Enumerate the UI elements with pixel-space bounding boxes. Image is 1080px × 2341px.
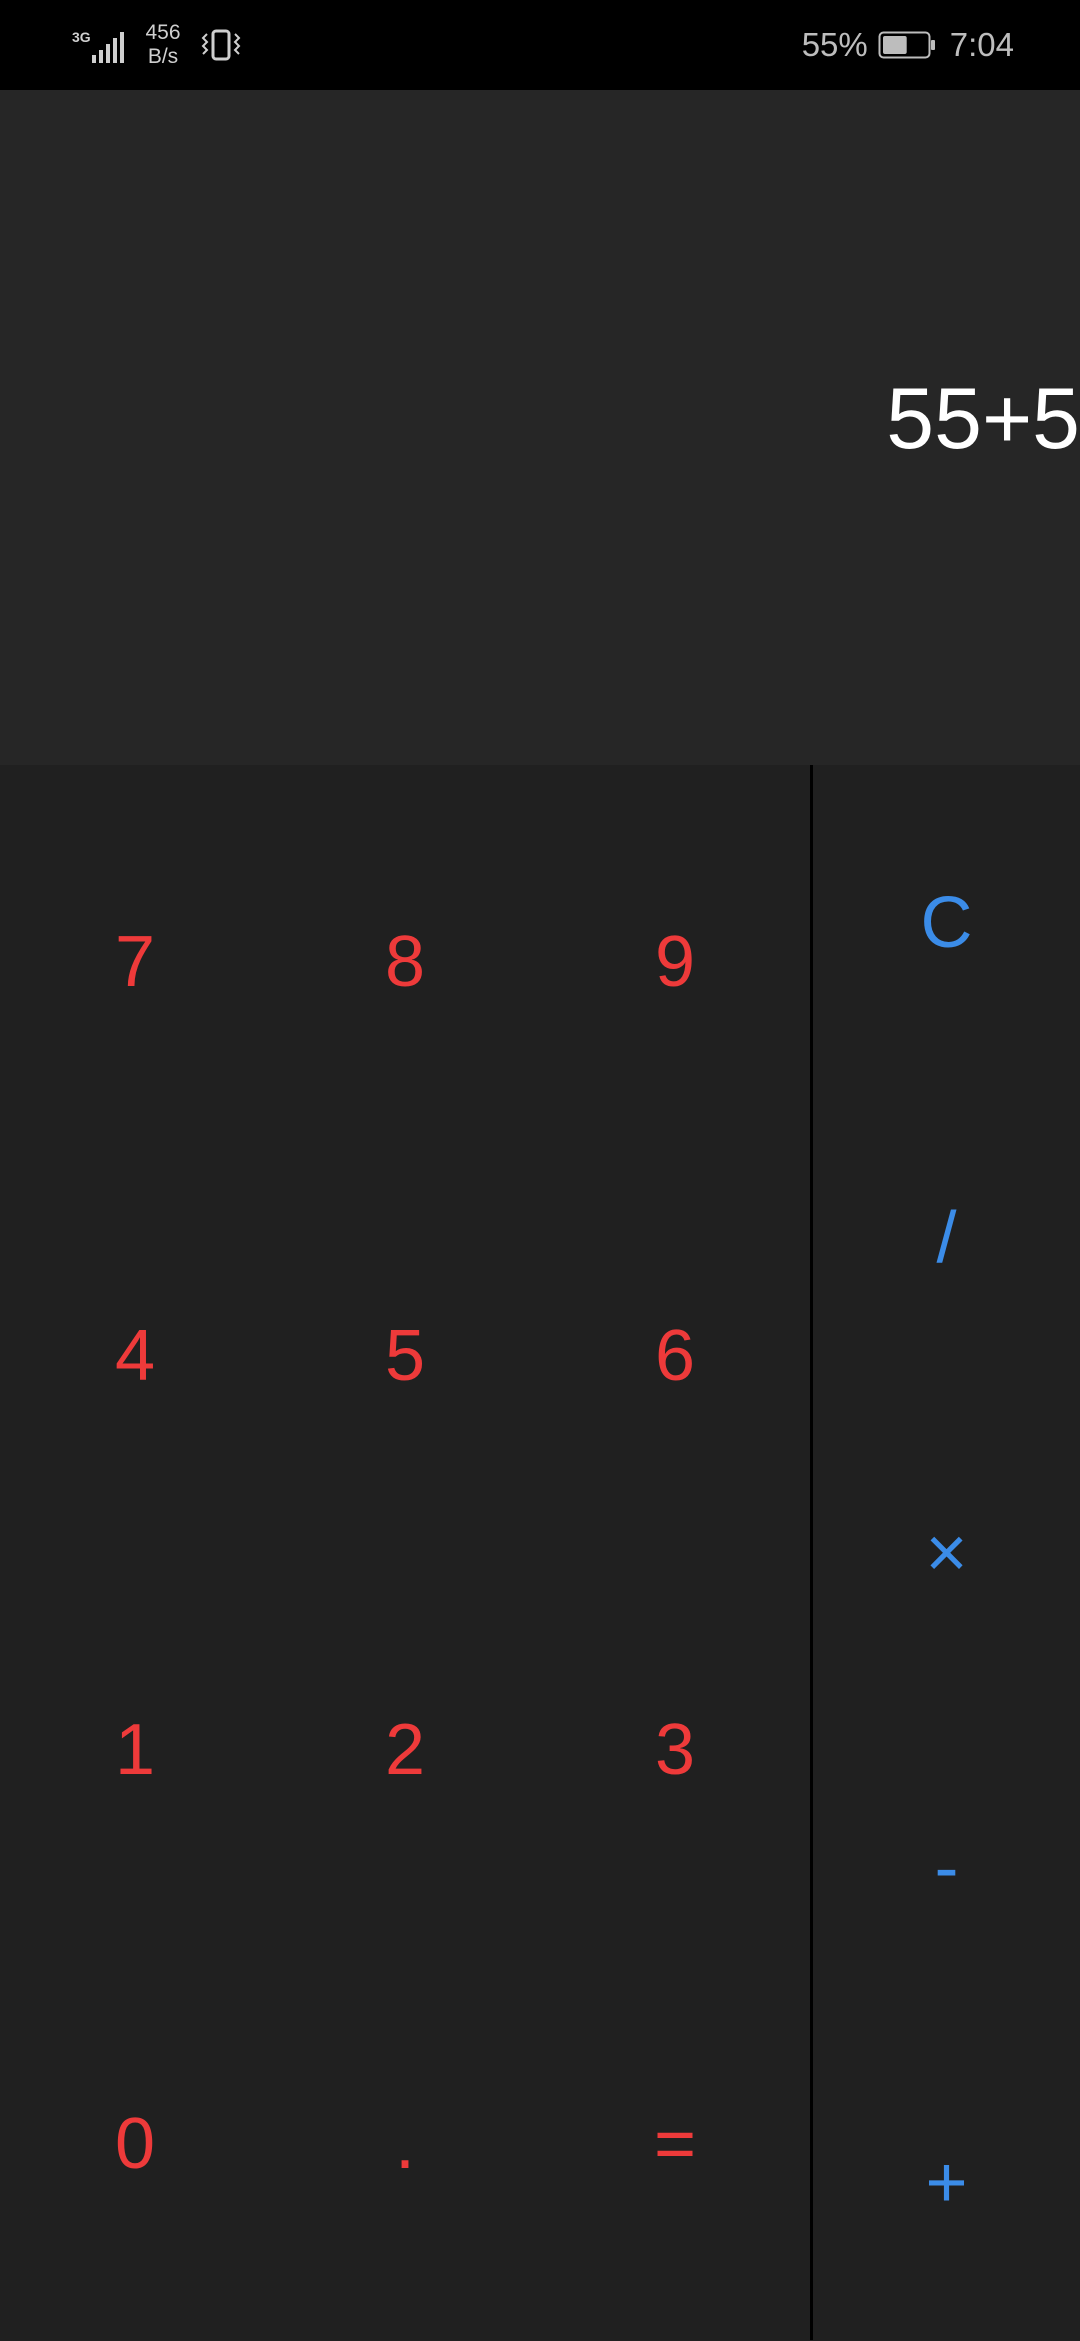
clear-button[interactable]: C [813, 765, 1080, 1080]
key-9[interactable]: 9 [540, 765, 810, 1159]
battery-icon [878, 31, 935, 59]
key-0[interactable]: 0 [0, 1947, 270, 2341]
key-decimal[interactable]: . [270, 1947, 540, 2341]
subtract-button[interactable]: - [813, 1710, 1080, 2025]
key-3[interactable]: 3 [540, 1553, 810, 1947]
key-8[interactable]: 8 [270, 765, 540, 1159]
status-bar: 3G 456 B/s 55% 7:04 [0, 0, 1080, 90]
key-7[interactable]: 7 [0, 765, 270, 1159]
status-right: 55% 7:04 [802, 18, 1014, 72]
key-6[interactable]: 6 [540, 1159, 810, 1553]
clock: 7:04 [949, 26, 1014, 63]
number-keypad: 7 8 9 4 5 6 1 2 3 0 . = [0, 765, 810, 2340]
multiply-button[interactable]: × [813, 1395, 1080, 1710]
key-4[interactable]: 4 [0, 1159, 270, 1553]
battery-percent: 55% [801, 26, 868, 63]
expression-text: 55+5 [886, 371, 1080, 467]
add-button[interactable]: + [813, 2025, 1080, 2340]
network-speed-value: 456 [145, 21, 181, 44]
calculator-display: 55+5 [0, 90, 1080, 765]
vibrate-icon [201, 29, 241, 61]
network-speed-unit: B/s [147, 45, 179, 68]
key-equals[interactable]: = [540, 1947, 810, 2341]
operator-panel: C / × - + [813, 765, 1080, 2340]
signal-icon: 3G [70, 23, 126, 67]
key-1[interactable]: 1 [0, 1553, 270, 1947]
key-2[interactable]: 2 [270, 1553, 540, 1947]
network-type-label: 3G [72, 29, 91, 45]
network-speed: 456 B/s [140, 21, 186, 69]
key-5[interactable]: 5 [270, 1159, 540, 1553]
status-left: 3G 456 B/s [70, 18, 242, 72]
divide-button[interactable]: / [813, 1080, 1080, 1395]
